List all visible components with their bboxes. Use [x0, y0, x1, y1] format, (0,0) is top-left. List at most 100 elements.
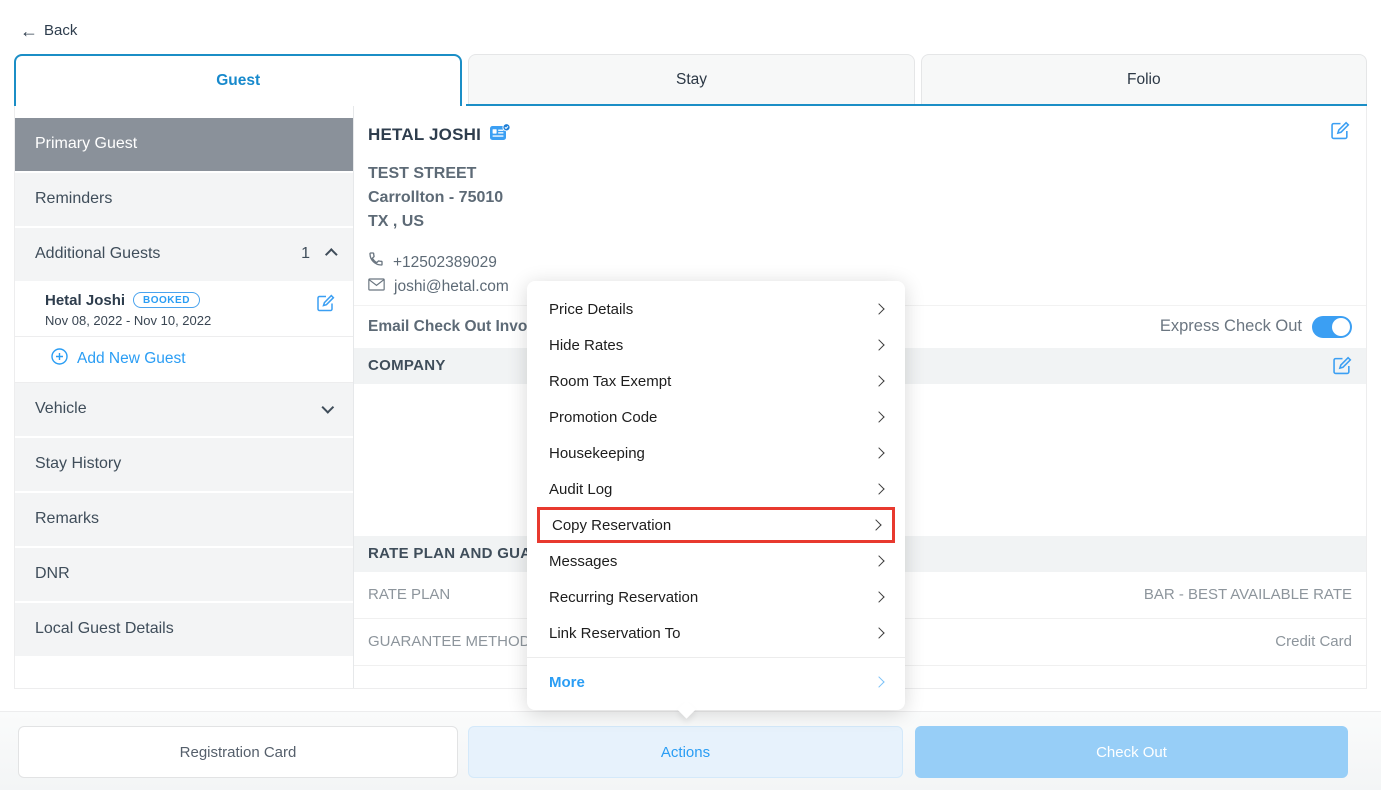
sidebar-item-primary-guest[interactable]: Primary Guest: [15, 118, 353, 173]
chevron-right-icon: [873, 627, 884, 638]
menu-item-audit-log[interactable]: Audit Log: [527, 471, 905, 507]
additional-guest-row[interactable]: Hetal Joshi BOOKED Nov 08, 2022 - Nov 10…: [15, 283, 353, 337]
menu-item-housekeeping[interactable]: Housekeeping: [527, 435, 905, 471]
address-line-3: TX , US: [368, 210, 1350, 234]
sidebar-item-remarks[interactable]: Remarks: [15, 493, 353, 548]
tab-stay[interactable]: Stay: [468, 54, 914, 106]
registration-card-label: Registration Card: [180, 744, 297, 761]
menu-item-price-details[interactable]: Price Details: [527, 291, 905, 327]
menu-item-recurring-reservation[interactable]: Recurring Reservation: [527, 579, 905, 615]
address-line-2: Carrollton - 75010: [368, 186, 1350, 210]
add-new-guest-button[interactable]: Add New Guest: [15, 337, 353, 383]
footer-bar: Registration Card Actions Check Out: [0, 711, 1381, 790]
menu-item-hide-rates[interactable]: Hide Rates: [527, 327, 905, 363]
sidebar-item-local-guest-details[interactable]: Local Guest Details: [15, 603, 353, 658]
express-check-out-label: Express Check Out: [1160, 317, 1302, 336]
chevron-right-icon: [873, 483, 884, 494]
menu-item-link-reservation-to[interactable]: Link Reservation To: [527, 615, 905, 651]
sidebar-dnr-label: DNR: [35, 565, 70, 583]
sidebar-item-stay-history[interactable]: Stay History: [15, 438, 353, 493]
edit-company-button[interactable]: [1333, 356, 1352, 375]
menu-item-label: Audit Log: [549, 481, 612, 498]
actions-label: Actions: [661, 744, 710, 761]
sidebar-item-additional-guests[interactable]: Additional Guests 1: [15, 228, 353, 283]
phone-icon: [368, 251, 384, 275]
menu-item-label: Hide Rates: [549, 337, 623, 354]
envelope-icon: [368, 275, 385, 299]
registration-card-button[interactable]: Registration Card: [18, 726, 458, 778]
add-new-guest-label: Add New Guest: [77, 350, 186, 368]
sidebar-stay-history-label: Stay History: [35, 455, 121, 473]
contact-card-verified-icon: [490, 123, 511, 147]
menu-more-label: More: [549, 674, 585, 691]
email-checkout-invoice-label: Email Check Out Invoice: [368, 318, 549, 336]
guest-email: joshi@hetal.com: [394, 275, 509, 299]
menu-item-messages[interactable]: Messages: [527, 543, 905, 579]
actions-button[interactable]: Actions: [468, 726, 903, 778]
menu-item-label: Room Tax Exempt: [549, 373, 671, 390]
menu-item-label: Recurring Reservation: [549, 589, 698, 606]
menu-item-copy-reservation[interactable]: Copy Reservation: [537, 507, 895, 543]
back-row: ← Back: [0, 0, 1381, 42]
sidebar-item-vehicle[interactable]: Vehicle: [15, 383, 353, 438]
rate-plan-value: BAR - BEST AVAILABLE RATE: [1144, 586, 1352, 603]
edit-icon: [317, 300, 335, 315]
edit-icon: [1331, 128, 1350, 143]
edit-guest-details-button[interactable]: [1331, 121, 1350, 140]
sidebar-remarks-label: Remarks: [35, 510, 99, 528]
sidebar-primary-guest-label: Primary Guest: [35, 135, 137, 153]
guarantee-method-value: Credit Card: [1275, 633, 1352, 650]
guest-address: TEST STREET Carrollton - 75010 TX , US: [368, 162, 1350, 234]
chevron-right-icon: [873, 375, 884, 386]
sidebar-item-reminders[interactable]: Reminders: [15, 173, 353, 228]
chevron-down-icon: [321, 401, 334, 414]
tab-stay-label: Stay: [676, 71, 707, 89]
additional-guests-count: 1: [301, 245, 310, 263]
tab-folio-label: Folio: [1127, 71, 1161, 89]
chevron-right-icon: [873, 591, 884, 602]
edit-icon: [1333, 363, 1352, 378]
menu-item-label: Copy Reservation: [552, 517, 671, 534]
guest-name-title: HETAL JOSHI: [368, 125, 481, 145]
back-button[interactable]: ← Back: [20, 22, 77, 39]
guarantee-method-label: GUARANTEE METHOD: [368, 633, 531, 650]
chevron-right-icon: [870, 519, 881, 530]
tab-guest[interactable]: Guest: [14, 54, 462, 106]
rate-plan-label: RATE PLAN: [368, 586, 450, 603]
guest-sidebar: Primary Guest Reminders Additional Guest…: [15, 106, 354, 688]
chevron-right-icon: [873, 555, 884, 566]
guest-header: HETAL JOSHI: [354, 106, 1366, 299]
chevron-right-icon: [873, 339, 884, 350]
company-section-title: COMPANY: [368, 357, 446, 374]
menu-item-more[interactable]: More: [527, 664, 905, 700]
menu-divider: [527, 657, 905, 658]
chevron-right-icon: [873, 447, 884, 458]
menu-item-label: Link Reservation To: [549, 625, 680, 642]
check-out-button[interactable]: Check Out: [915, 726, 1348, 778]
chevron-right-icon: [873, 676, 884, 687]
sidebar-local-guest-details-label: Local Guest Details: [35, 620, 174, 638]
additional-guest-dates: Nov 08, 2022 - Nov 10, 2022: [45, 313, 333, 328]
sidebar-item-dnr[interactable]: DNR: [15, 548, 353, 603]
chevron-right-icon: [873, 411, 884, 422]
reservation-detail-page: ← Back Guest Stay Folio Primary Guest Re…: [0, 0, 1381, 790]
guest-phone: +12502389029: [393, 251, 497, 275]
additional-guest-name: Hetal Joshi: [45, 292, 125, 309]
tab-folio[interactable]: Folio: [921, 54, 1367, 106]
express-check-out-toggle[interactable]: [1312, 316, 1352, 338]
sidebar-reminders-label: Reminders: [35, 190, 112, 208]
phone-row: +12502389029: [368, 251, 1350, 275]
chevron-up-icon: [325, 248, 338, 261]
check-out-label: Check Out: [1096, 744, 1167, 761]
sidebar-additional-guests-label: Additional Guests: [35, 245, 160, 263]
menu-item-label: Housekeeping: [549, 445, 645, 462]
address-line-1: TEST STREET: [368, 162, 1350, 186]
edit-guest-button[interactable]: [317, 294, 335, 312]
menu-item-promotion-code[interactable]: Promotion Code: [527, 399, 905, 435]
menu-item-label: Messages: [549, 553, 617, 570]
menu-item-label: Price Details: [549, 301, 633, 318]
back-label: Back: [44, 22, 77, 39]
plus-circle-icon: [51, 348, 68, 370]
menu-item-room-tax-exempt[interactable]: Room Tax Exempt: [527, 363, 905, 399]
sidebar-vehicle-label: Vehicle: [35, 400, 87, 418]
